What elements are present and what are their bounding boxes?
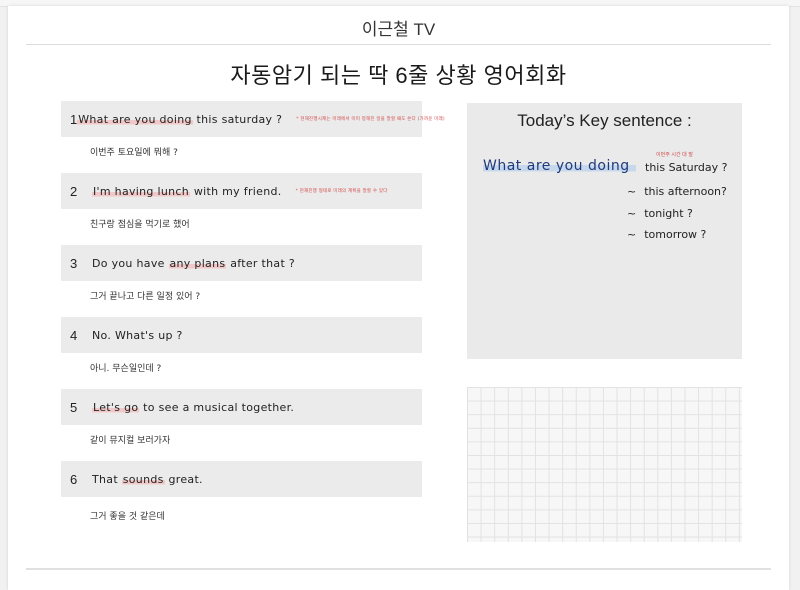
sentence-number: 2: [70, 183, 78, 199]
sentence-before: No. What's up ?: [92, 328, 183, 342]
sentence-note: * 현재진행 형태로 미래의 계획을 말할 수 있다: [295, 189, 388, 194]
tilde-icon: ~: [627, 185, 637, 198]
sentence-number: 3: [70, 255, 78, 271]
key-sentence-panel: Today’s Key sentence : 이번주 시간 대 말 What a…: [467, 103, 742, 359]
sentence-item: 3 Do you have any plans after that ? 그거 …: [61, 245, 422, 302]
sentence-korean: 같이 뮤지컬 보러가자: [90, 436, 171, 446]
sentence-korean: 그거 끝나고 다른 일정 있어 ?: [90, 292, 201, 302]
sentence-english: Let's go to see a musical together.: [92, 400, 295, 414]
sentence-number: 5: [70, 399, 78, 415]
sentence-english: What are you doing this saturday ?: [77, 112, 283, 126]
key-sentence-title: Today’s Key sentence :: [517, 111, 692, 130]
sentence-band: 2 I'm having lunch with my friend. * 현재진…: [61, 173, 422, 209]
page-card: 이근철 TV 자동암기 되는 딱 6줄 상황 영어회화 1 What are y…: [8, 6, 789, 590]
sentence-item: 5 Let's go to see a musical together. 같이…: [61, 389, 422, 446]
alternative-text: tomorrow ?: [644, 228, 707, 241]
sentence-before: That: [92, 472, 122, 486]
sentence-korean: 그거 좋을 것 같은데: [90, 512, 165, 522]
sentence-before: Do you have: [92, 256, 169, 270]
sentence-number: 1: [70, 111, 78, 127]
sentence-english: I'm having lunch with my friend.: [92, 184, 282, 198]
document-title: 자동암기 되는 딱 6줄 상황 영어회화: [230, 63, 567, 88]
tilde-icon: ~: [627, 207, 637, 220]
header-divider: [26, 44, 771, 45]
sentence-item: 4 No. What's up ? 아니. 무슨일인데 ?: [61, 317, 422, 374]
sentence-highlight: I'm having lunch: [92, 184, 191, 198]
sentence-item: 1 What are you doing this saturday ? * 현…: [61, 101, 445, 158]
sentence-number: 6: [70, 471, 78, 487]
key-sentence-alternative: ~ tonight ?: [627, 207, 693, 220]
sentence-item: 2 I'm having lunch with my friend. * 현재진…: [61, 173, 422, 230]
tilde-icon: ~: [627, 228, 637, 241]
sentence-korean: 아니. 무슨일인데 ?: [90, 364, 162, 374]
sentence-item: 6 That sounds great. 그거 좋을 것 같은데: [61, 461, 422, 522]
sentence-number: 4: [70, 327, 78, 343]
sentence-band: 3 Do you have any plans after that ?: [61, 245, 422, 281]
sentence-english: That sounds great.: [92, 472, 203, 486]
sentence-korean: 이번주 토요일에 뭐해 ?: [90, 148, 178, 158]
sentence-band: 6 That sounds great.: [61, 461, 422, 497]
alternative-text: this afternoon?: [644, 185, 727, 198]
sentence-note: * 현재진행시제는 미래에서 이미 정해진 일을 말할 때도 쓴다 (가까운 미…: [296, 117, 445, 122]
sentence-band: 5 Let's go to see a musical together.: [61, 389, 422, 425]
key-sentence-note: 이번주 시간 대 말: [656, 152, 693, 158]
sentence-highlight: Let's go: [92, 400, 140, 414]
sentence-highlight: any plans: [168, 256, 227, 270]
alternative-text: tonight ?: [644, 207, 693, 220]
sentence-rest: after that ?: [226, 256, 295, 270]
sentence-english: Do you have any plans after that ?: [92, 256, 295, 270]
sentence-band: 1 What are you doing this saturday ? * 현…: [61, 101, 445, 137]
sentence-highlight: sounds: [121, 472, 165, 486]
sentence-rest: this saturday ?: [192, 112, 283, 126]
sentence-english: No. What's up ?: [92, 329, 183, 342]
sentence-rest: great.: [164, 472, 203, 486]
sentence-rest: with my friend.: [190, 184, 282, 198]
sentence-korean: 친구랑 점심을 먹기로 했어: [90, 220, 190, 230]
footer-divider: [26, 568, 771, 570]
key-sentence-alternative: ~ tomorrow ?: [627, 228, 706, 241]
key-sentence-alternative: ~ this afternoon?: [627, 185, 727, 198]
site-title[interactable]: 이근철 TV: [8, 15, 789, 40]
grid-note-area: [467, 387, 742, 542]
key-sentence-main: What are you doing: [483, 158, 636, 174]
sentence-highlight: What are you doing: [77, 112, 193, 126]
sentence-rest: to see a musical together.: [139, 400, 295, 414]
key-sentence-ending: this Saturday ?: [645, 161, 728, 174]
sentence-band: 4 No. What's up ?: [61, 317, 422, 353]
